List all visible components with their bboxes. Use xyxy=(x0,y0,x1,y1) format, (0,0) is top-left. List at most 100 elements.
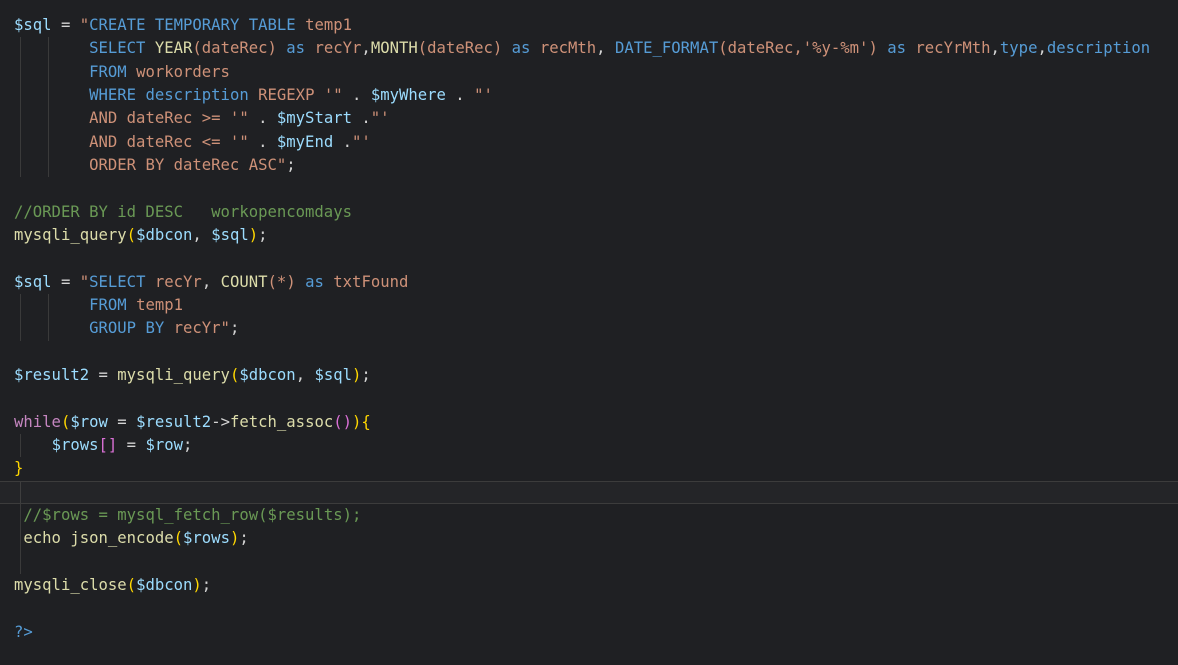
code-token: ) xyxy=(249,226,258,244)
code-token xyxy=(14,436,52,454)
code-token: -> xyxy=(211,413,230,431)
code-line[interactable]: echo json_encode($rows); xyxy=(0,527,1178,550)
code-token: description xyxy=(145,86,248,104)
code-token: $result2 xyxy=(136,413,211,431)
code-token: = xyxy=(89,366,117,384)
code-token: $row xyxy=(145,436,183,454)
code-token: description xyxy=(1047,39,1150,57)
code-token: (*) xyxy=(268,273,296,291)
code-token: json_encode xyxy=(70,529,173,547)
code-line[interactable] xyxy=(0,247,1178,270)
code-token: ; xyxy=(230,319,239,337)
code-token: , xyxy=(596,39,615,57)
code-line[interactable]: AND dateRec <= '" . $myEnd ."' xyxy=(0,131,1178,154)
code-token: ( xyxy=(230,366,239,384)
code-line[interactable]: GROUP BY recYr"; xyxy=(0,317,1178,340)
code-line[interactable]: } xyxy=(0,457,1178,480)
code-line[interactable] xyxy=(0,597,1178,620)
code-token: MONTH xyxy=(371,39,418,57)
code-line[interactable]: ORDER BY dateRec ASC"; xyxy=(0,154,1178,177)
code-token: $myWhere xyxy=(371,86,446,104)
code-token: workorders xyxy=(136,63,230,81)
code-lines: $sql = "CREATE TEMPORARY TABLE temp1 SEL… xyxy=(0,14,1178,644)
code-token: temp1 xyxy=(305,16,352,34)
code-token: AND dateRec <= '" xyxy=(89,133,249,151)
code-token xyxy=(296,273,305,291)
code-token xyxy=(14,39,89,57)
code-line[interactable]: $sql = "SELECT recYr, COUNT(*) as txtFou… xyxy=(0,271,1178,294)
code-token xyxy=(14,296,89,314)
code-line[interactable]: mysqli_close($dbcon); xyxy=(0,574,1178,597)
code-line[interactable] xyxy=(0,341,1178,364)
code-token: = xyxy=(117,436,145,454)
code-token xyxy=(61,529,70,547)
code-line[interactable] xyxy=(0,551,1178,574)
code-token: FROM xyxy=(89,63,127,81)
code-token xyxy=(14,133,89,151)
code-line[interactable]: $result2 = mysqli_query($dbcon, $sql); xyxy=(0,364,1178,387)
code-token: ( xyxy=(127,226,136,244)
code-line[interactable]: FROM temp1 xyxy=(0,294,1178,317)
code-line[interactable]: SELECT YEAR(dateRec) as recYr,MONTH(date… xyxy=(0,37,1178,60)
code-line[interactable] xyxy=(0,387,1178,410)
code-token: as xyxy=(512,39,531,57)
code-token xyxy=(127,296,136,314)
code-line[interactable]: $sql = "CREATE TEMPORARY TABLE temp1 xyxy=(0,14,1178,37)
code-token: fetch_assoc xyxy=(230,413,333,431)
code-token: recMth xyxy=(540,39,596,57)
code-token: , xyxy=(202,273,221,291)
code-token: $dbcon xyxy=(239,366,295,384)
code-token: $myStart xyxy=(277,109,352,127)
current-code-line[interactable] xyxy=(0,481,1178,504)
code-token: as xyxy=(887,39,906,57)
code-token xyxy=(878,39,887,57)
code-line[interactable]: $rows[] = $row; xyxy=(0,434,1178,457)
code-editor[interactable]: $sql = "CREATE TEMPORARY TABLE temp1 SEL… xyxy=(0,0,1178,665)
code-token: ( xyxy=(174,529,183,547)
code-token: , xyxy=(991,39,1000,57)
code-token: (dateRec) xyxy=(418,39,503,57)
code-token: = xyxy=(52,273,80,291)
code-token xyxy=(14,156,89,174)
code-token: mysqli_query xyxy=(14,226,127,244)
code-token: ( xyxy=(61,413,70,431)
code-token: txtFound xyxy=(333,273,408,291)
code-token xyxy=(164,319,173,337)
code-token: $rows xyxy=(183,529,230,547)
code-token: CREATE TEMPORARY TABLE xyxy=(89,16,296,34)
code-line[interactable] xyxy=(0,177,1178,200)
code-line[interactable]: while($row = $result2->fetch_assoc()){ xyxy=(0,411,1178,434)
code-token xyxy=(14,109,89,127)
code-line[interactable]: mysqli_query($dbcon, $sql); xyxy=(0,224,1178,247)
code-token: , xyxy=(1037,39,1046,57)
code-token: ) xyxy=(192,576,201,594)
code-token: as xyxy=(305,273,324,291)
code-line[interactable]: ?> xyxy=(0,621,1178,644)
code-token: $rows xyxy=(52,436,99,454)
code-token: $sql xyxy=(14,273,52,291)
code-token xyxy=(249,86,258,104)
code-token xyxy=(145,273,154,291)
code-line[interactable]: //ORDER BY id DESC workopencomdays xyxy=(0,201,1178,224)
code-token: = xyxy=(108,413,136,431)
code-token: $sql xyxy=(14,16,52,34)
code-token: while xyxy=(14,413,61,431)
code-token: . xyxy=(343,86,371,104)
code-token: [] xyxy=(99,436,118,454)
code-token: . xyxy=(446,86,474,104)
code-token: ?> xyxy=(14,623,33,641)
code-token: ; xyxy=(239,529,248,547)
code-token: //$rows = mysql_fetch_row($results); xyxy=(23,506,361,524)
code-line[interactable]: WHERE description REGEXP '" . $myWhere .… xyxy=(0,84,1178,107)
code-token: echo xyxy=(23,529,61,547)
code-token: $sql xyxy=(211,226,249,244)
code-token xyxy=(906,39,915,57)
code-line[interactable]: AND dateRec >= '" . $myStart ."' xyxy=(0,107,1178,130)
code-token: mysqli_query xyxy=(117,366,230,384)
code-token: COUNT xyxy=(221,273,268,291)
code-token: AND dateRec >= '" xyxy=(89,109,249,127)
code-token xyxy=(296,16,305,34)
code-token: ( xyxy=(127,576,136,594)
code-line[interactable]: FROM workorders xyxy=(0,61,1178,84)
code-line[interactable]: //$rows = mysql_fetch_row($results); xyxy=(0,504,1178,527)
